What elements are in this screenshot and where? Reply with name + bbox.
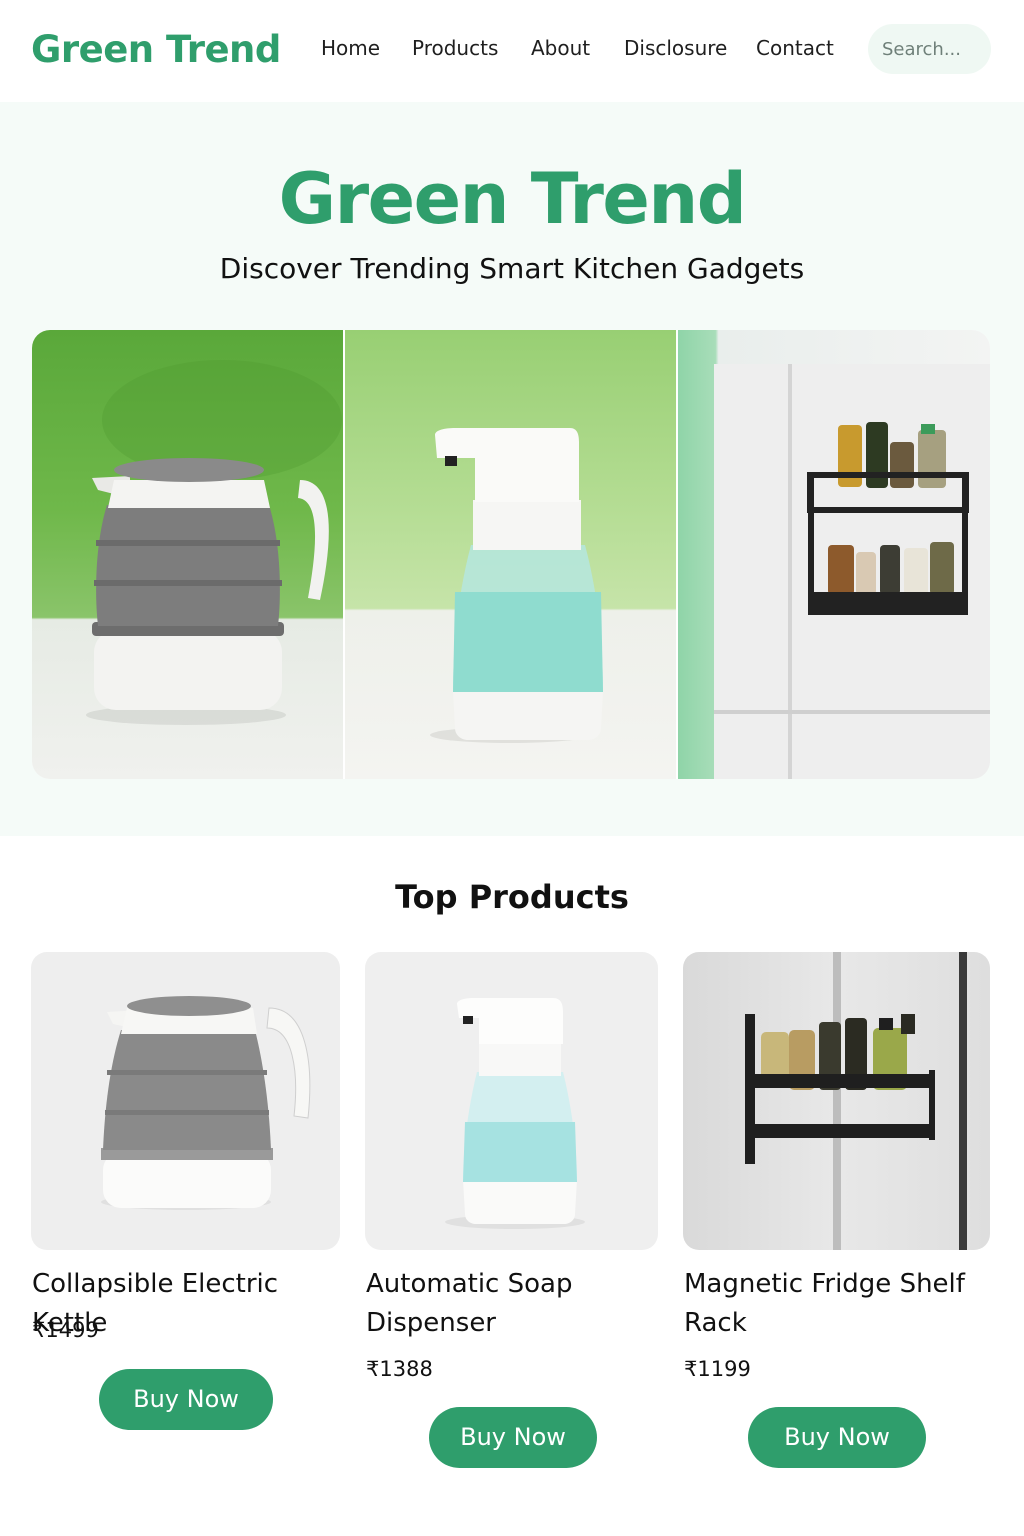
nav-link-about[interactable]: About	[531, 36, 590, 60]
search-input[interactable]	[868, 24, 991, 74]
buy-now-button[interactable]: Buy Now	[99, 1369, 273, 1430]
buy-now-button[interactable]: Buy Now	[429, 1407, 597, 1468]
product-image-fridge-rack[interactable]	[683, 952, 990, 1250]
nav-link-disclosure[interactable]: Disclosure	[624, 36, 727, 60]
electric-kettle-icon	[101, 996, 311, 1210]
hero-image-fridge-rack	[678, 330, 990, 779]
hero-image-kettle	[32, 330, 343, 779]
soap-dispenser-icon	[430, 428, 603, 743]
product-price: ₹1388	[366, 1357, 433, 1381]
product-price: ₹1199	[684, 1357, 751, 1381]
hero-section: Green Trend Discover Trending Smart Kitc…	[0, 102, 1024, 836]
hero-gallery	[32, 330, 990, 779]
electric-kettle-icon	[86, 360, 342, 725]
nav-link-products[interactable]: Products	[412, 36, 498, 60]
product-image-kettle[interactable]	[31, 952, 340, 1250]
product-price: ₹1499	[32, 1318, 99, 1342]
nav-link-home[interactable]: Home	[321, 36, 380, 60]
hero-title: Green Trend	[278, 158, 747, 240]
nav-link-contact[interactable]: Contact	[756, 36, 834, 60]
top-products-heading: Top Products	[395, 878, 629, 916]
site-header: Green Trend Home Products About Disclosu…	[0, 0, 1024, 102]
product-name[interactable]: Automatic Soap Dispenser	[366, 1265, 656, 1343]
hero-subtitle: Discover Trending Smart Kitchen Gadgets	[219, 252, 805, 285]
fridge-shelf-rack-icon	[745, 952, 967, 1250]
product-name[interactable]: Magnetic Fridge Shelf Rack	[684, 1265, 984, 1343]
product-image-soap-dispenser[interactable]	[365, 952, 658, 1250]
soap-dispenser-icon	[445, 998, 585, 1229]
hero-image-soap-dispenser	[345, 330, 676, 779]
fridge-spice-rack-icon	[714, 364, 990, 779]
buy-now-button[interactable]: Buy Now	[748, 1407, 926, 1468]
